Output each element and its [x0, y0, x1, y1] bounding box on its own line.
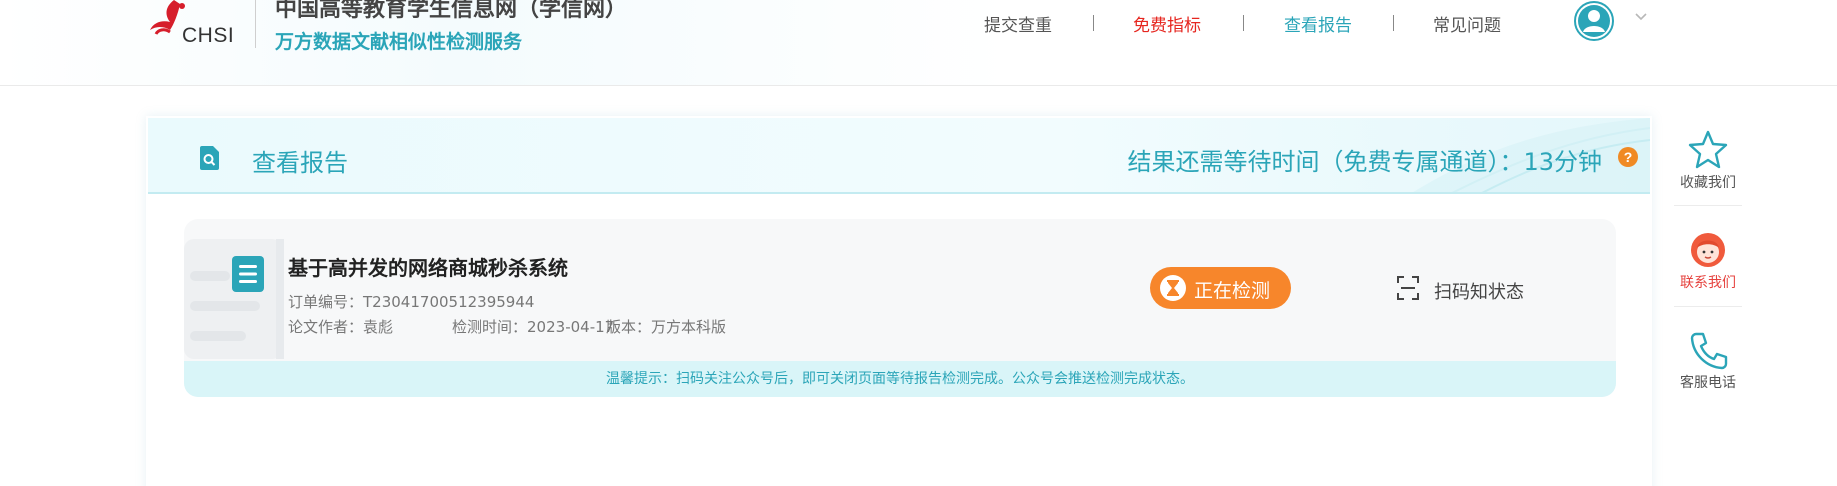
checking-status-button[interactable]: 正在检测 — [1150, 267, 1291, 309]
nav-separator — [1093, 15, 1094, 31]
phone-icon — [1690, 332, 1728, 370]
order-number-value: T23041700512395944 — [363, 293, 535, 311]
report-card: 查看报告 结果还需等待时间（免费专属通道）：13分钟 ? 基于高并发的网络商城秒… — [146, 116, 1652, 486]
nav-view-report[interactable]: 查看报告 — [1284, 11, 1352, 36]
version-info: 版本：万方本科版 — [606, 316, 726, 337]
document-icon — [232, 256, 264, 292]
bookmark-us-button[interactable]: 收藏我们 — [1664, 116, 1752, 214]
order-number: 订单编号：T23041700512395944 — [288, 291, 534, 312]
service-phone-button[interactable]: 客服电话 — [1664, 316, 1752, 414]
wait-time-text: 结果还需等待时间（免费专属通道）：13分钟 — [1127, 148, 1602, 176]
report-list-item: 基于高并发的网络商城秒杀系统 订单编号：T23041700512395944 论… — [184, 219, 1616, 397]
card-title: 查看报告 — [252, 149, 348, 177]
nav-submit-check[interactable]: 提交查重 — [984, 11, 1052, 36]
check-time-label: 检测时间： — [452, 318, 528, 336]
nav-faq[interactable]: 常见问题 — [1433, 11, 1501, 36]
version-value: 万方本科版 — [651, 318, 727, 336]
float-divider — [1674, 205, 1742, 206]
service-phone-label: 客服电话 — [1680, 375, 1736, 391]
report-card-header: 查看报告 结果还需等待时间（免费专属通道）：13分钟 ? — [148, 118, 1650, 194]
user-avatar-icon[interactable] — [1574, 1, 1614, 41]
status-label: 正在检测 — [1194, 280, 1271, 302]
main-nav: 提交查重 免费指标 查看报告 常见问题 — [0, 11, 1837, 39]
help-icon[interactable]: ? — [1618, 147, 1638, 167]
bookmark-us-label: 收藏我们 — [1680, 175, 1736, 191]
hourglass-icon — [1160, 275, 1186, 301]
star-icon — [1688, 130, 1728, 169]
right-float-bar: 收藏我们 联系我们 客服电话 — [1664, 116, 1752, 406]
author-value: 袁彪 — [363, 318, 394, 336]
check-time-info: 检测时间：2023-04-17 — [452, 316, 614, 337]
contact-us-button[interactable]: 联系我们 — [1664, 216, 1752, 314]
paper-title: 基于高并发的网络商城秒杀系统 — [288, 256, 568, 280]
nav-free-metrics[interactable]: 免费指标 — [1133, 11, 1201, 36]
author-info: 论文作者：袁彪 — [288, 316, 393, 337]
check-time-value: 2023-04-17 — [527, 318, 615, 336]
chevron-down-icon[interactable] — [1634, 12, 1648, 22]
author-label: 论文作者： — [288, 318, 364, 336]
scan-status-label: 扫码知状态 — [1434, 282, 1524, 303]
version-label: 版本： — [606, 318, 652, 336]
order-number-label: 订单编号： — [288, 293, 364, 311]
scan-icon — [1397, 276, 1419, 300]
report-search-icon — [200, 146, 219, 170]
nav-separator — [1243, 15, 1244, 31]
customer-service-icon — [1691, 233, 1725, 267]
top-header: CHSI 中国高等教育学生信息网（学信网） 万方数据文献相似性检测服务 提交查重… — [0, 0, 1837, 86]
contact-us-label: 联系我们 — [1680, 275, 1736, 291]
nav-separator — [1393, 15, 1394, 31]
float-divider — [1674, 306, 1742, 307]
reminder-tip: 温馨提示：扫码关注公众号后，即可关闭页面等待报告检测完成。公众号会推送检测完成状… — [184, 361, 1616, 397]
